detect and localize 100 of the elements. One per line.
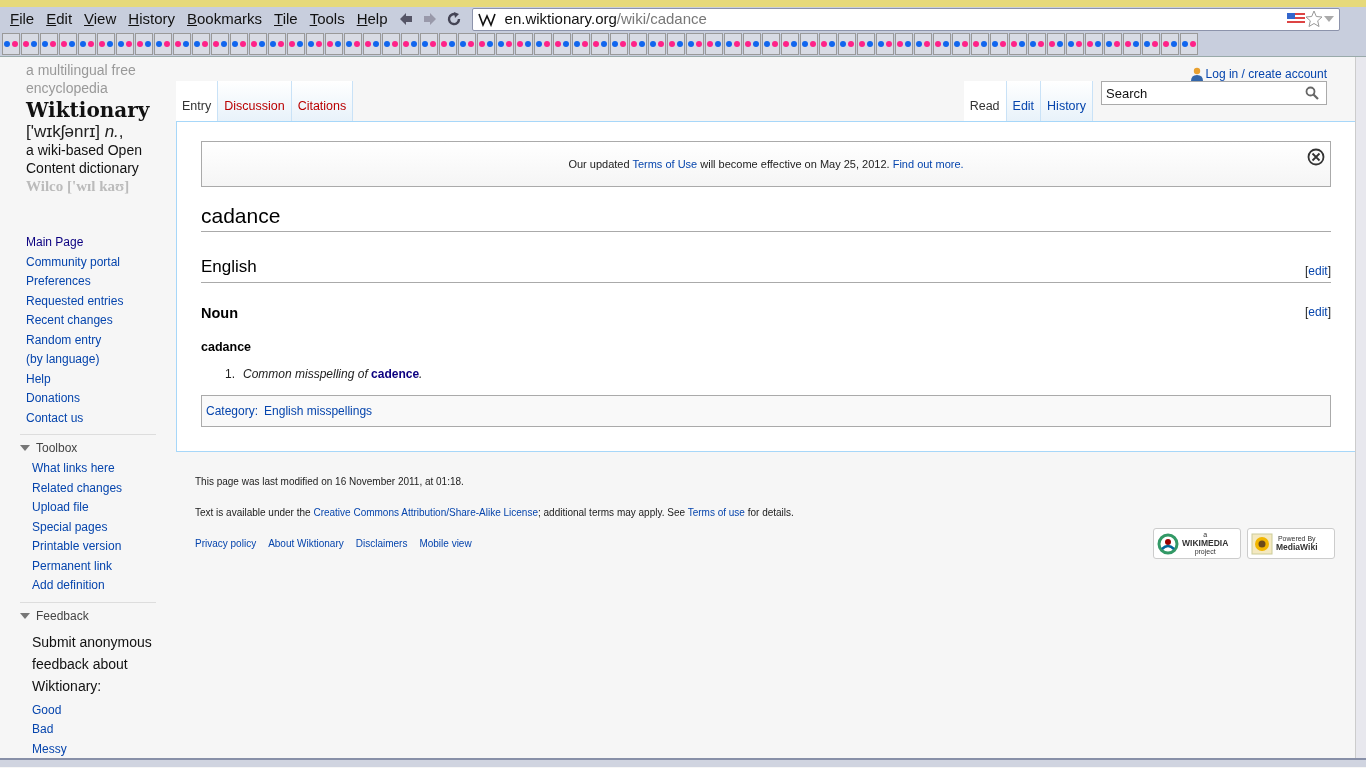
bookmark-icon[interactable] — [211, 32, 229, 55]
sidebar-link[interactable]: Good — [32, 700, 156, 720]
dropdown-icon[interactable] — [1323, 15, 1335, 23]
bookmark-icon[interactable] — [534, 32, 552, 55]
bookmark-icon[interactable] — [648, 32, 666, 55]
bookmark-icon[interactable] — [287, 32, 305, 55]
sidebar-link[interactable]: Bad — [32, 720, 156, 740]
bookmark-icon[interactable] — [800, 32, 818, 55]
bookmark-icon[interactable] — [78, 32, 96, 55]
sidebar-link[interactable]: Related changes — [32, 478, 156, 498]
bookmark-icon[interactable] — [1161, 32, 1179, 55]
tab[interactable]: Citations — [291, 81, 354, 121]
bookmark-icon[interactable] — [686, 32, 704, 55]
tab[interactable]: Edit — [1006, 81, 1042, 121]
tab[interactable]: History — [1041, 81, 1093, 121]
bookmark-icon[interactable] — [990, 32, 1008, 55]
bookmark-icon[interactable] — [705, 32, 723, 55]
footer-link[interactable]: Disclaimers — [355, 536, 408, 551]
bookmark-icon[interactable] — [1180, 32, 1198, 55]
category-label[interactable]: Category: — [206, 402, 259, 420]
footer-link[interactable]: Mobile view — [419, 536, 472, 551]
sidebar-link[interactable]: Random entry — [26, 330, 176, 350]
sidebar-link[interactable]: Add definition — [32, 576, 156, 596]
bookmark-icon[interactable] — [610, 32, 628, 55]
tab[interactable]: Read — [963, 81, 1007, 121]
search-icon[interactable] — [1305, 86, 1319, 100]
bookmark-icon[interactable] — [591, 32, 609, 55]
bookmark-icon[interactable] — [1047, 32, 1065, 55]
sidebar-link[interactable]: Help — [26, 369, 176, 389]
bookmark-icon[interactable] — [1123, 32, 1141, 55]
sidebar-link[interactable]: Special pages — [32, 517, 156, 537]
category-item-link[interactable]: English misspellings — [264, 402, 373, 420]
bookmark-icon[interactable] — [420, 32, 438, 55]
bookmark-icon[interactable] — [306, 32, 324, 55]
bookmark-icon[interactable] — [97, 32, 115, 55]
horizontal-scrollbar[interactable] — [0, 758, 1366, 767]
bookmark-icon[interactable] — [249, 32, 267, 55]
bookmark-icon[interactable] — [724, 32, 742, 55]
bookmark-icon[interactable] — [838, 32, 856, 55]
bookmark-icon[interactable] — [952, 32, 970, 55]
sidebar-link[interactable]: Recent changes — [26, 311, 176, 331]
bookmark-icon[interactable] — [629, 32, 647, 55]
menu-item[interactable]: Tools — [303, 7, 351, 31]
portal-heading[interactable]: Toolbox — [36, 437, 78, 459]
bookmark-icon[interactable] — [477, 32, 495, 55]
bookmark-icon[interactable] — [743, 32, 761, 55]
bookmark-icon[interactable] — [762, 32, 780, 55]
tab[interactable]: Entry — [176, 81, 219, 121]
star-icon[interactable] — [1305, 10, 1323, 28]
bookmark-icon[interactable] — [116, 32, 134, 55]
bookmark-icon[interactable] — [2, 32, 20, 55]
bookmark-icon[interactable] — [496, 32, 514, 55]
portal-heading[interactable]: Feedback — [36, 604, 89, 627]
bookmark-icon[interactable] — [173, 32, 191, 55]
sidebar-link[interactable]: Upload file — [32, 498, 156, 518]
menu-item[interactable]: View — [78, 7, 123, 31]
bookmark-icon[interactable] — [781, 32, 799, 55]
bookmark-icon[interactable] — [667, 32, 685, 55]
bookmark-icon[interactable] — [914, 32, 932, 55]
edit-link[interactable]: [edit] — [1304, 261, 1331, 280]
bookmark-icon[interactable] — [268, 32, 286, 55]
edit-link[interactable]: [edit] — [1304, 302, 1331, 325]
address-bar[interactable]: en.wiktionary.org/wiki/cadance — [471, 7, 1340, 31]
menu-item[interactable]: Edit — [40, 7, 79, 31]
bookmark-icon[interactable] — [135, 32, 153, 55]
bookmark-icon[interactable] — [154, 32, 172, 55]
bookmark-icon[interactable] — [401, 32, 419, 55]
link[interactable]: Creative Commons Attribution/Share-Alike License — [313, 507, 538, 518]
sidebar-link[interactable]: Requested entries — [26, 291, 176, 311]
footer-link[interactable]: About Wiktionary — [268, 536, 344, 551]
bookmark-icon[interactable] — [439, 32, 457, 55]
bookmark-icon[interactable] — [363, 32, 381, 55]
menu-item[interactable]: File — [4, 7, 41, 31]
bookmark-icon[interactable] — [933, 32, 951, 55]
bookmark-icon[interactable] — [971, 32, 989, 55]
bookmark-icon[interactable] — [1009, 32, 1027, 55]
bookmark-icon[interactable] — [382, 32, 400, 55]
bookmark-icon[interactable] — [553, 32, 571, 55]
bookmark-icon[interactable] — [819, 32, 837, 55]
link[interactable]: Terms of use — [687, 507, 745, 518]
link[interactable]: Terms of Use — [632, 157, 698, 170]
vertical-scrollbar[interactable] — [1355, 57, 1366, 758]
sidebar-link[interactable]: Donations — [26, 389, 176, 409]
menu-item[interactable]: Tile — [268, 7, 304, 31]
bookmark-icon[interactable] — [344, 32, 362, 55]
sidebar-link[interactable]: Main Page — [26, 233, 176, 253]
sidebar-link[interactable]: Preferences — [26, 272, 176, 292]
login-link[interactable]: Log in / create account — [1190, 67, 1327, 81]
bookmark-icon[interactable] — [230, 32, 248, 55]
sidebar-link[interactable]: Contact us — [26, 408, 176, 428]
bookmark-icon[interactable] — [458, 32, 476, 55]
tab[interactable]: Discussion — [218, 81, 292, 121]
menu-item[interactable]: Help — [350, 7, 394, 31]
sidebar-link[interactable]: What links here — [32, 459, 156, 479]
menu-item[interactable]: Bookmarks — [181, 7, 269, 31]
bookmark-icon[interactable] — [572, 32, 590, 55]
bookmark-icon[interactable] — [515, 32, 533, 55]
link[interactable]: Find out more. — [892, 157, 964, 170]
bookmark-icon[interactable] — [1104, 32, 1122, 55]
bookmark-icon[interactable] — [59, 32, 77, 55]
